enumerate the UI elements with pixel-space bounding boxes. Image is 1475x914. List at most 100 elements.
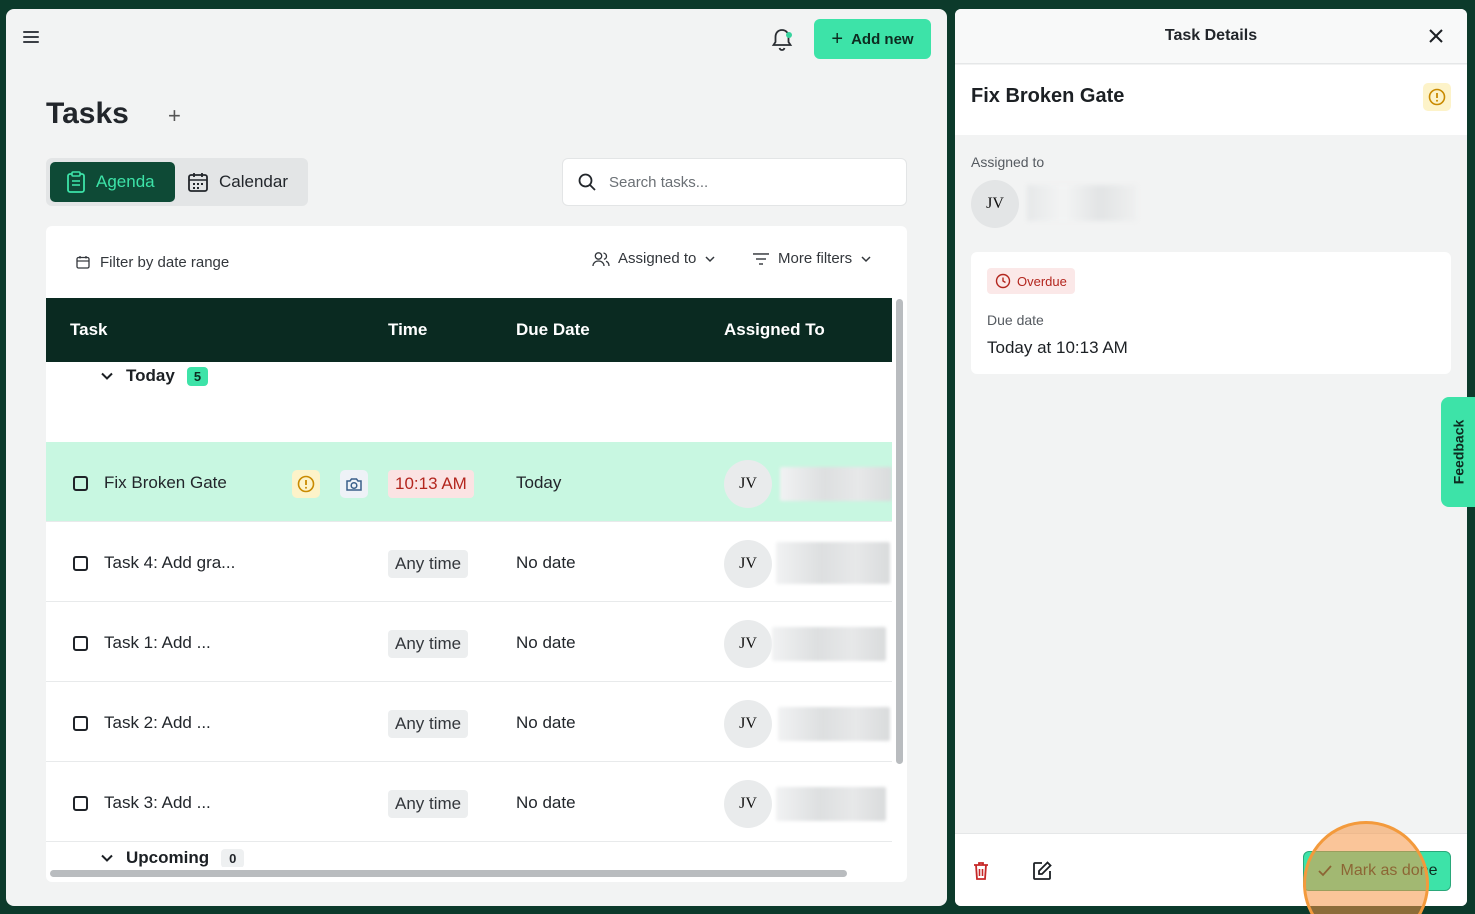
details-title-bar: Fix Broken Gate	[955, 65, 1467, 135]
avatar: JV	[724, 620, 772, 668]
chevron-down-icon	[101, 372, 113, 380]
task-checkbox[interactable]	[73, 556, 88, 571]
check-icon	[1317, 865, 1332, 877]
filter-assigned-label: Assigned to	[618, 250, 697, 267]
table-header: Task Time Due Date Assigned To	[46, 298, 892, 362]
page-title: Tasks	[46, 97, 129, 130]
table-row[interactable]: Fix Broken Gate 10:13 AM Today JV	[46, 442, 892, 522]
chevron-down-icon	[101, 854, 113, 862]
task-checkbox[interactable]	[73, 476, 88, 491]
tab-agenda[interactable]: Agenda	[50, 162, 175, 202]
horizontal-scrollbar[interactable]	[50, 870, 847, 877]
clock-alert-icon	[995, 273, 1011, 289]
group-count-badge: 0	[221, 848, 245, 867]
close-icon[interactable]	[1425, 25, 1447, 47]
tasks-panel: + Add new Tasks + Agenda Calendar Filter…	[6, 9, 947, 906]
more-filters-label: More filters	[778, 250, 853, 267]
group-count-badge: 5	[186, 366, 209, 386]
clipboard-icon	[67, 171, 85, 193]
task-checkbox[interactable]	[73, 796, 88, 811]
task-details-panel: Task Details Fix Broken Gate Assigned to…	[955, 9, 1467, 906]
calendar-small-icon	[76, 256, 90, 269]
assigned-to-label: Assigned to	[971, 154, 1045, 170]
column-header-time[interactable]: Time	[388, 320, 427, 340]
time-pill: Any time	[388, 550, 469, 578]
group-label: Upcoming	[126, 848, 210, 867]
due-date: No date	[516, 713, 576, 732]
vertical-scrollbar[interactable]	[896, 299, 903, 764]
plus-icon: +	[831, 28, 844, 50]
time-pill: 10:13 AM	[388, 470, 474, 498]
camera-icon	[340, 470, 368, 498]
due-date: Today	[516, 473, 562, 492]
task-name: Task 4: Add gra...	[104, 553, 236, 572]
search-box	[562, 158, 907, 206]
feedback-tab[interactable]: Feedback	[1441, 397, 1475, 507]
tab-agenda-label: Agenda	[96, 172, 155, 191]
redacted-name	[778, 707, 890, 741]
time-pill: Any time	[388, 630, 469, 658]
filter-date-range-label: Filter by date range	[100, 253, 230, 271]
priority-warning-icon	[292, 470, 320, 498]
group-header-upcoming[interactable]: Upcoming 0	[100, 848, 245, 867]
group-label: Today	[126, 366, 175, 385]
avatar: JV	[724, 460, 772, 508]
table-row[interactable]: Task 1: Add ... Any time No date JV	[46, 602, 892, 682]
add-new-label: Add new	[851, 30, 914, 48]
redacted-name	[1027, 185, 1137, 221]
due-date: No date	[516, 633, 576, 652]
due-date-label: Due date	[987, 312, 1044, 328]
avatar: JV	[971, 180, 1019, 228]
redacted-name	[772, 627, 886, 661]
column-header-due-date[interactable]: Due Date	[516, 320, 590, 340]
add-new-button[interactable]: + Add new	[814, 19, 931, 59]
notification-bell-icon[interactable]	[769, 26, 795, 54]
more-filters-dropdown[interactable]: More filters	[752, 250, 872, 267]
filter-assigned-dropdown[interactable]: Assigned to	[592, 250, 716, 267]
feedback-label: Feedback	[1450, 419, 1466, 485]
group-header-today[interactable]: Today 5	[100, 366, 209, 386]
calendar-icon	[188, 173, 208, 192]
due-date: No date	[516, 793, 576, 812]
search-icon	[578, 173, 596, 191]
edit-icon[interactable]	[1031, 860, 1053, 887]
avatar: JV	[724, 540, 772, 588]
due-date: No date	[516, 553, 576, 572]
column-header-assigned-to[interactable]: Assigned To	[724, 320, 825, 340]
table-row[interactable]: Task 2: Add ... Any time No date JV	[46, 682, 892, 762]
due-date-value: Today at 10:13 AM	[987, 338, 1128, 357]
table-row[interactable]: Task 4: Add gra... Any time No date JV	[46, 522, 892, 602]
group-row-today: Today 5	[46, 362, 892, 442]
due-date-card: Overdue Due date Today at 10:13 AM	[971, 252, 1451, 374]
task-name: Fix Broken Gate	[104, 473, 227, 492]
mark-as-done-button[interactable]: Mark as done	[1303, 851, 1451, 891]
redacted-name	[780, 467, 892, 501]
status-badge-label: Overdue	[1017, 273, 1067, 289]
priority-warning-icon	[1423, 83, 1451, 111]
column-header-task[interactable]: Task	[70, 320, 108, 340]
chevron-down-icon	[705, 255, 715, 262]
details-task-title: Fix Broken Gate	[971, 85, 1125, 107]
filter-date-range-button[interactable]: Filter by date range	[76, 254, 229, 271]
task-checkbox[interactable]	[73, 716, 88, 731]
task-checkbox[interactable]	[73, 636, 88, 651]
menu-icon[interactable]	[23, 31, 39, 47]
avatar: JV	[724, 700, 772, 748]
mark-as-done-label: Mark as done	[1340, 862, 1438, 879]
filter-icon	[753, 252, 769, 265]
users-icon	[592, 251, 610, 266]
time-pill: Any time	[388, 710, 469, 738]
tasks-table: Filter by date range Assigned to More fi…	[46, 226, 907, 882]
notification-dot	[786, 32, 792, 38]
trash-icon[interactable]	[971, 860, 991, 887]
table-row[interactable]: Task 3: Add ... Any time No date JV	[46, 762, 892, 842]
add-task-icon[interactable]: +	[168, 103, 181, 129]
time-pill: Any time	[388, 790, 469, 818]
task-name: Task 1: Add ...	[104, 633, 211, 652]
search-input[interactable]	[609, 173, 879, 191]
avatar: JV	[724, 780, 772, 828]
tab-calendar-label: Calendar	[219, 172, 288, 191]
details-header: Task Details	[955, 9, 1467, 64]
tab-calendar[interactable]: Calendar	[177, 162, 304, 202]
group-row-upcoming: Upcoming 0	[46, 842, 892, 867]
